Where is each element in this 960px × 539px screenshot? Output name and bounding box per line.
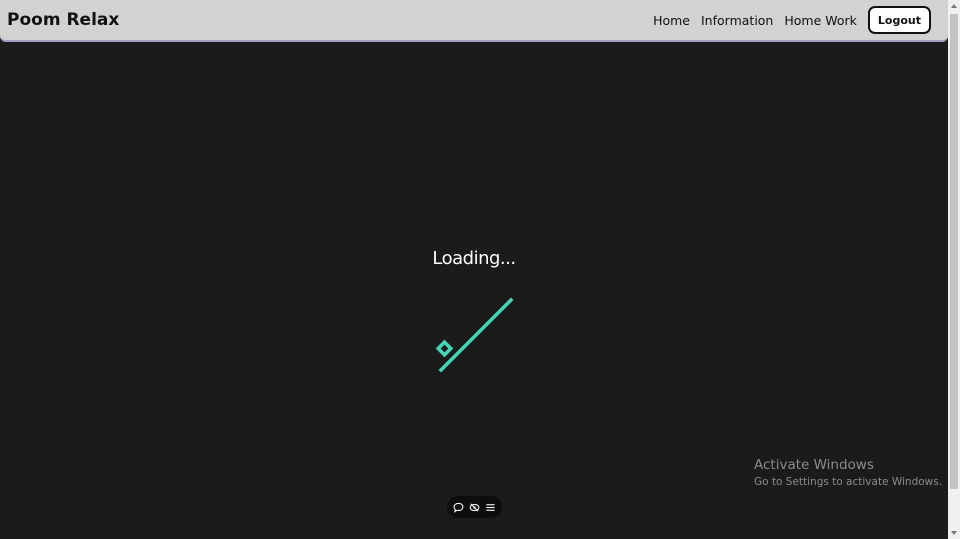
scroll-up-arrow-icon[interactable] — [951, 4, 957, 8]
page-scrollbar[interactable] — [948, 0, 960, 539]
scroll-down-arrow-icon[interactable] — [951, 531, 957, 535]
activate-windows-subtitle: Go to Settings to activate Windows. — [754, 476, 943, 488]
scroll-thumb[interactable] — [950, 14, 958, 489]
activate-windows-title: Activate Windows — [754, 457, 874, 473]
nav-link-home[interactable]: Home — [653, 13, 690, 28]
nav-links: Home Information Home Work Logout — [642, 6, 931, 34]
nav-link-information[interactable]: Information — [701, 13, 773, 28]
navbar: Poom Relax Home Information Home Work Lo… — [0, 0, 948, 42]
floating-toolbar — [447, 496, 502, 518]
nav-link-home-work[interactable]: Home Work — [784, 13, 857, 28]
loading-text: Loading... — [432, 248, 516, 269]
brand-logo[interactable]: Poom Relax — [7, 10, 119, 30]
activate-windows-watermark: Activate Windows Go to Settings to activ… — [754, 457, 942, 488]
eye-slash-icon[interactable] — [467, 500, 481, 514]
loading-spinner-icon — [435, 297, 514, 373]
chat-bubble-icon[interactable] — [452, 500, 466, 514]
menu-icon[interactable] — [483, 500, 497, 514]
logout-button[interactable]: Logout — [867, 6, 931, 34]
